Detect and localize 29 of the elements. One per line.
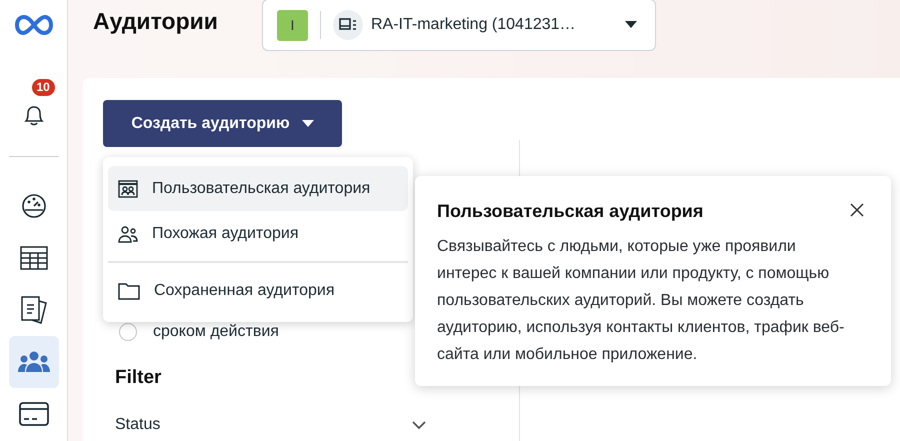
caret-icon	[625, 21, 637, 29]
table-icon	[20, 246, 48, 270]
infinity-logo-icon[interactable]	[14, 15, 52, 35]
page-title: Аудитории	[93, 7, 219, 36]
close-icon	[850, 203, 864, 217]
audience-card-icon	[118, 180, 138, 198]
people-icon	[118, 224, 138, 242]
popover-description: Связывайтесь с людьми, которые уже проявили интерес к вашей компании или продукту, с помощью пользовательских аудиторий. Вы можете создать аудиторию, используя контакты клиентов, трафик веб-сайта или мобильное приложение.	[437, 237, 846, 365]
filter-section-label: Status	[115, 415, 160, 435]
documents-icon	[20, 295, 48, 325]
account-selector[interactable]: I RA-IT-marketing (1041231…	[262, 0, 656, 51]
account-name: RA-IT-marketing (1041231…	[371, 15, 577, 35]
account-icon	[339, 18, 357, 32]
popover-title: Пользовательская аудитория	[437, 200, 704, 223]
caret-icon	[302, 120, 314, 128]
folder-icon	[118, 282, 140, 300]
radio-button[interactable]	[119, 323, 137, 341]
filter-heading: Filter	[115, 366, 162, 390]
menu-item[interactable]: Сохраненная аудитория	[108, 268, 408, 313]
people-icon	[18, 351, 50, 373]
gauge-icon	[20, 193, 46, 219]
menu-item[interactable]: Пользовательская аудитория	[108, 166, 408, 211]
credit-card-icon	[18, 402, 48, 426]
account-badge: I	[277, 10, 308, 40]
menu-item[interactable]: Похожая аудитория	[108, 211, 408, 256]
notification-badge: 10	[30, 77, 57, 98]
close-button[interactable]	[849, 202, 865, 218]
create-audience-button[interactable]: Создать аудиторию	[103, 100, 342, 147]
radio-label: сроком действия	[153, 322, 279, 342]
